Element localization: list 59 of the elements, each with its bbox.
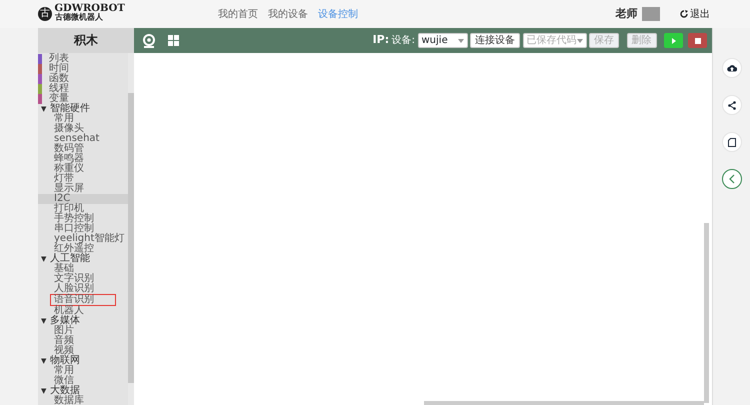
nav-link[interactable]: 设备控制 [318, 6, 358, 22]
tree-item[interactable]: 文字识别 [38, 274, 128, 284]
tree-item[interactable]: sensehat [38, 134, 128, 144]
tree-item[interactable]: 串口控制 [38, 224, 128, 234]
cloud-upload-icon[interactable] [722, 58, 742, 78]
tree-item[interactable]: 打印机 [38, 204, 128, 214]
group-label: 多媒体 [50, 316, 80, 326]
scrollbar[interactable] [424, 401, 704, 405]
group-label: 智能硬件 [50, 104, 90, 114]
tree-item[interactable]: 手势控制 [38, 214, 128, 224]
tree-item[interactable]: 显示屏 [38, 184, 128, 194]
grid-icon[interactable] [168, 35, 179, 46]
tree-item[interactable]: 基础 [38, 264, 128, 274]
stop-icon [694, 38, 700, 44]
copy-icon[interactable] [722, 132, 742, 152]
device-label: 设备: [392, 34, 415, 48]
tree-item[interactable]: 数据库 [38, 396, 128, 405]
caret-icon [576, 38, 582, 42]
tree-item[interactable]: 人脸识别 [38, 284, 128, 294]
tree-item[interactable]: 蜂鸣器 [38, 154, 128, 164]
tree-item[interactable]: 图片 [38, 326, 128, 336]
ip-label: IP: [372, 32, 390, 48]
tree-item[interactable]: 摄像头 [38, 124, 128, 134]
tree-item[interactable]: 常用 [38, 366, 128, 376]
tree-item[interactable]: yeelight智能灯 [38, 234, 128, 244]
tree-item[interactable]: I2C [38, 194, 128, 204]
logout-link[interactable]: 退出 [680, 6, 710, 22]
tree-item[interactable]: 数码管 [38, 144, 128, 154]
scrollbar[interactable] [704, 223, 709, 403]
nav-link[interactable]: 我的设备 [268, 6, 308, 22]
logo-icon: 古 [38, 7, 52, 21]
collapse-icon[interactable] [722, 169, 742, 189]
play-icon [672, 38, 676, 44]
tree-item[interactable]: 机器人 [38, 306, 128, 316]
tree-item[interactable]: 称重仪 [38, 164, 128, 174]
tree-item[interactable]: 常用 [38, 114, 128, 124]
group-label: 人工智能 [50, 254, 90, 264]
tree-item[interactable]: 语音识别 [50, 294, 116, 306]
camera-icon[interactable] [142, 34, 156, 48]
tree-item[interactable]: 红外遥控 [38, 244, 128, 254]
nav-link[interactable]: 我的首页 [218, 6, 258, 22]
scrollbar[interactable] [128, 52, 134, 405]
tree-item[interactable]: 微信 [38, 376, 128, 386]
group-label: 物联网 [50, 356, 80, 366]
caret-icon [458, 38, 464, 42]
share-icon[interactable] [722, 95, 742, 115]
logo-subtitle: 古德微机器人 [54, 14, 104, 22]
avatar [642, 7, 660, 21]
panel-title: 积木 [38, 28, 134, 53]
tree-item[interactable]: 灯带 [38, 174, 128, 184]
group-label: 大数据 [50, 386, 80, 396]
tree-item[interactable]: 视频 [38, 346, 128, 356]
stop-button[interactable] [688, 33, 707, 48]
logo-text: GDWROBOT [54, 4, 125, 14]
connect-button[interactable]: 连接设备 [470, 33, 520, 48]
logout-icon [680, 10, 688, 18]
device-select[interactable]: wujie [418, 33, 468, 48]
tree-item[interactable]: 音频 [38, 336, 128, 346]
user-name: 老师 [616, 6, 638, 22]
